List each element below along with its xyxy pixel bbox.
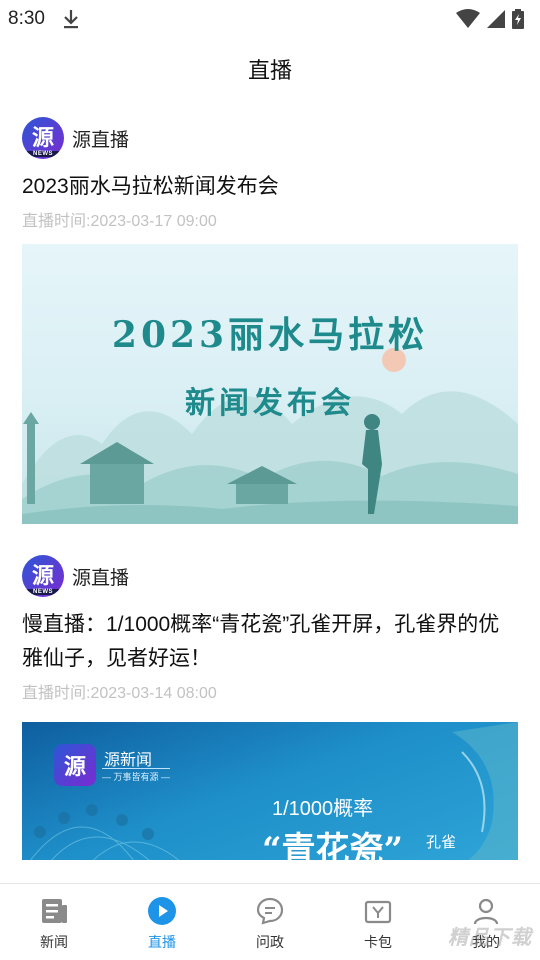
play-circle-icon (148, 897, 176, 925)
nav-label-news: 新闻 (40, 934, 68, 950)
card-wallet-icon (364, 900, 392, 924)
nav-item-politics[interactable]: 问政 (216, 884, 324, 960)
nav-item-news[interactable]: 新闻 (0, 884, 108, 960)
nav-label-live: 直播 (148, 934, 176, 950)
cover-title-line2: 新闻发布会 (185, 386, 355, 421)
watermark: 精品下载 (448, 925, 532, 949)
cover-title-line1: 2023丽水马拉松 (111, 314, 429, 356)
source-name: 源直播 (72, 129, 130, 151)
brand-slogan: — 万事皆有源 — (102, 768, 171, 783)
source-logo-icon: 源 NEWS (22, 117, 64, 159)
download-icon (63, 10, 78, 29)
live-card[interactable]: 源 NEWS 源直播 慢直播：1/1000概率“青花瓷”孔雀开屏，孔雀界的优雅仙… (22, 554, 518, 860)
battery-icon (512, 9, 524, 29)
source-row: 源 NEWS 源直播 (22, 554, 518, 598)
status-time: 8:30 (8, 8, 45, 29)
page-title: 直播 (247, 58, 292, 83)
source-row: 源 NEWS 源直播 (22, 116, 518, 160)
card-time: 直播时间:2023-03-17 09:00 (22, 213, 217, 230)
nav-label-politics: 问政 (256, 934, 284, 950)
brand-name: 源新闻 (104, 752, 153, 769)
card-time: 直播时间:2023-03-14 08:00 (22, 685, 217, 702)
page-header: 直播 (0, 38, 540, 100)
card-cover-image[interactable]: 2023丽水马拉松 新闻发布会 (22, 244, 518, 524)
promo-headline: “青花瓷” (262, 830, 404, 860)
live-card[interactable]: 源 NEWS 源直播 2023丽水马拉松新闻发布会 直播时间:2023-03-1… (22, 116, 518, 524)
newspaper-icon (42, 899, 67, 923)
nav-item-wallet[interactable]: 卡包 (324, 884, 432, 960)
card-cover-image[interactable]: 源 源新闻 — 万事皆有源 — 1/1000概率 “青花瓷” 孔雀 (22, 722, 518, 860)
card-title[interactable]: 慢直播：1/1000概率“青花瓷”孔雀开屏，孔雀界的优雅仙子，见者好运！ (22, 608, 518, 676)
card-title[interactable]: 2023丽水马拉松新闻发布会 (22, 170, 518, 204)
source-name: 源直播 (72, 567, 130, 589)
promo-subtext: 孔雀 (426, 834, 457, 851)
brand-logo-icon: 源 (54, 744, 96, 786)
live-feed[interactable]: 源 NEWS 源直播 2023丽水马拉松新闻发布会 直播时间:2023-03-1… (0, 100, 540, 860)
wifi-icon (456, 9, 480, 28)
source-logo-icon: 源 NEWS (22, 555, 64, 597)
status-bar: 8:30 (0, 0, 540, 38)
nav-label-wallet: 卡包 (364, 934, 392, 950)
status-icons (456, 9, 524, 29)
chat-bubble-icon (256, 897, 284, 925)
signal-icon (487, 10, 505, 28)
promo-text: 1/1000概率 (272, 798, 374, 820)
nav-item-live[interactable]: 直播 (108, 884, 216, 960)
